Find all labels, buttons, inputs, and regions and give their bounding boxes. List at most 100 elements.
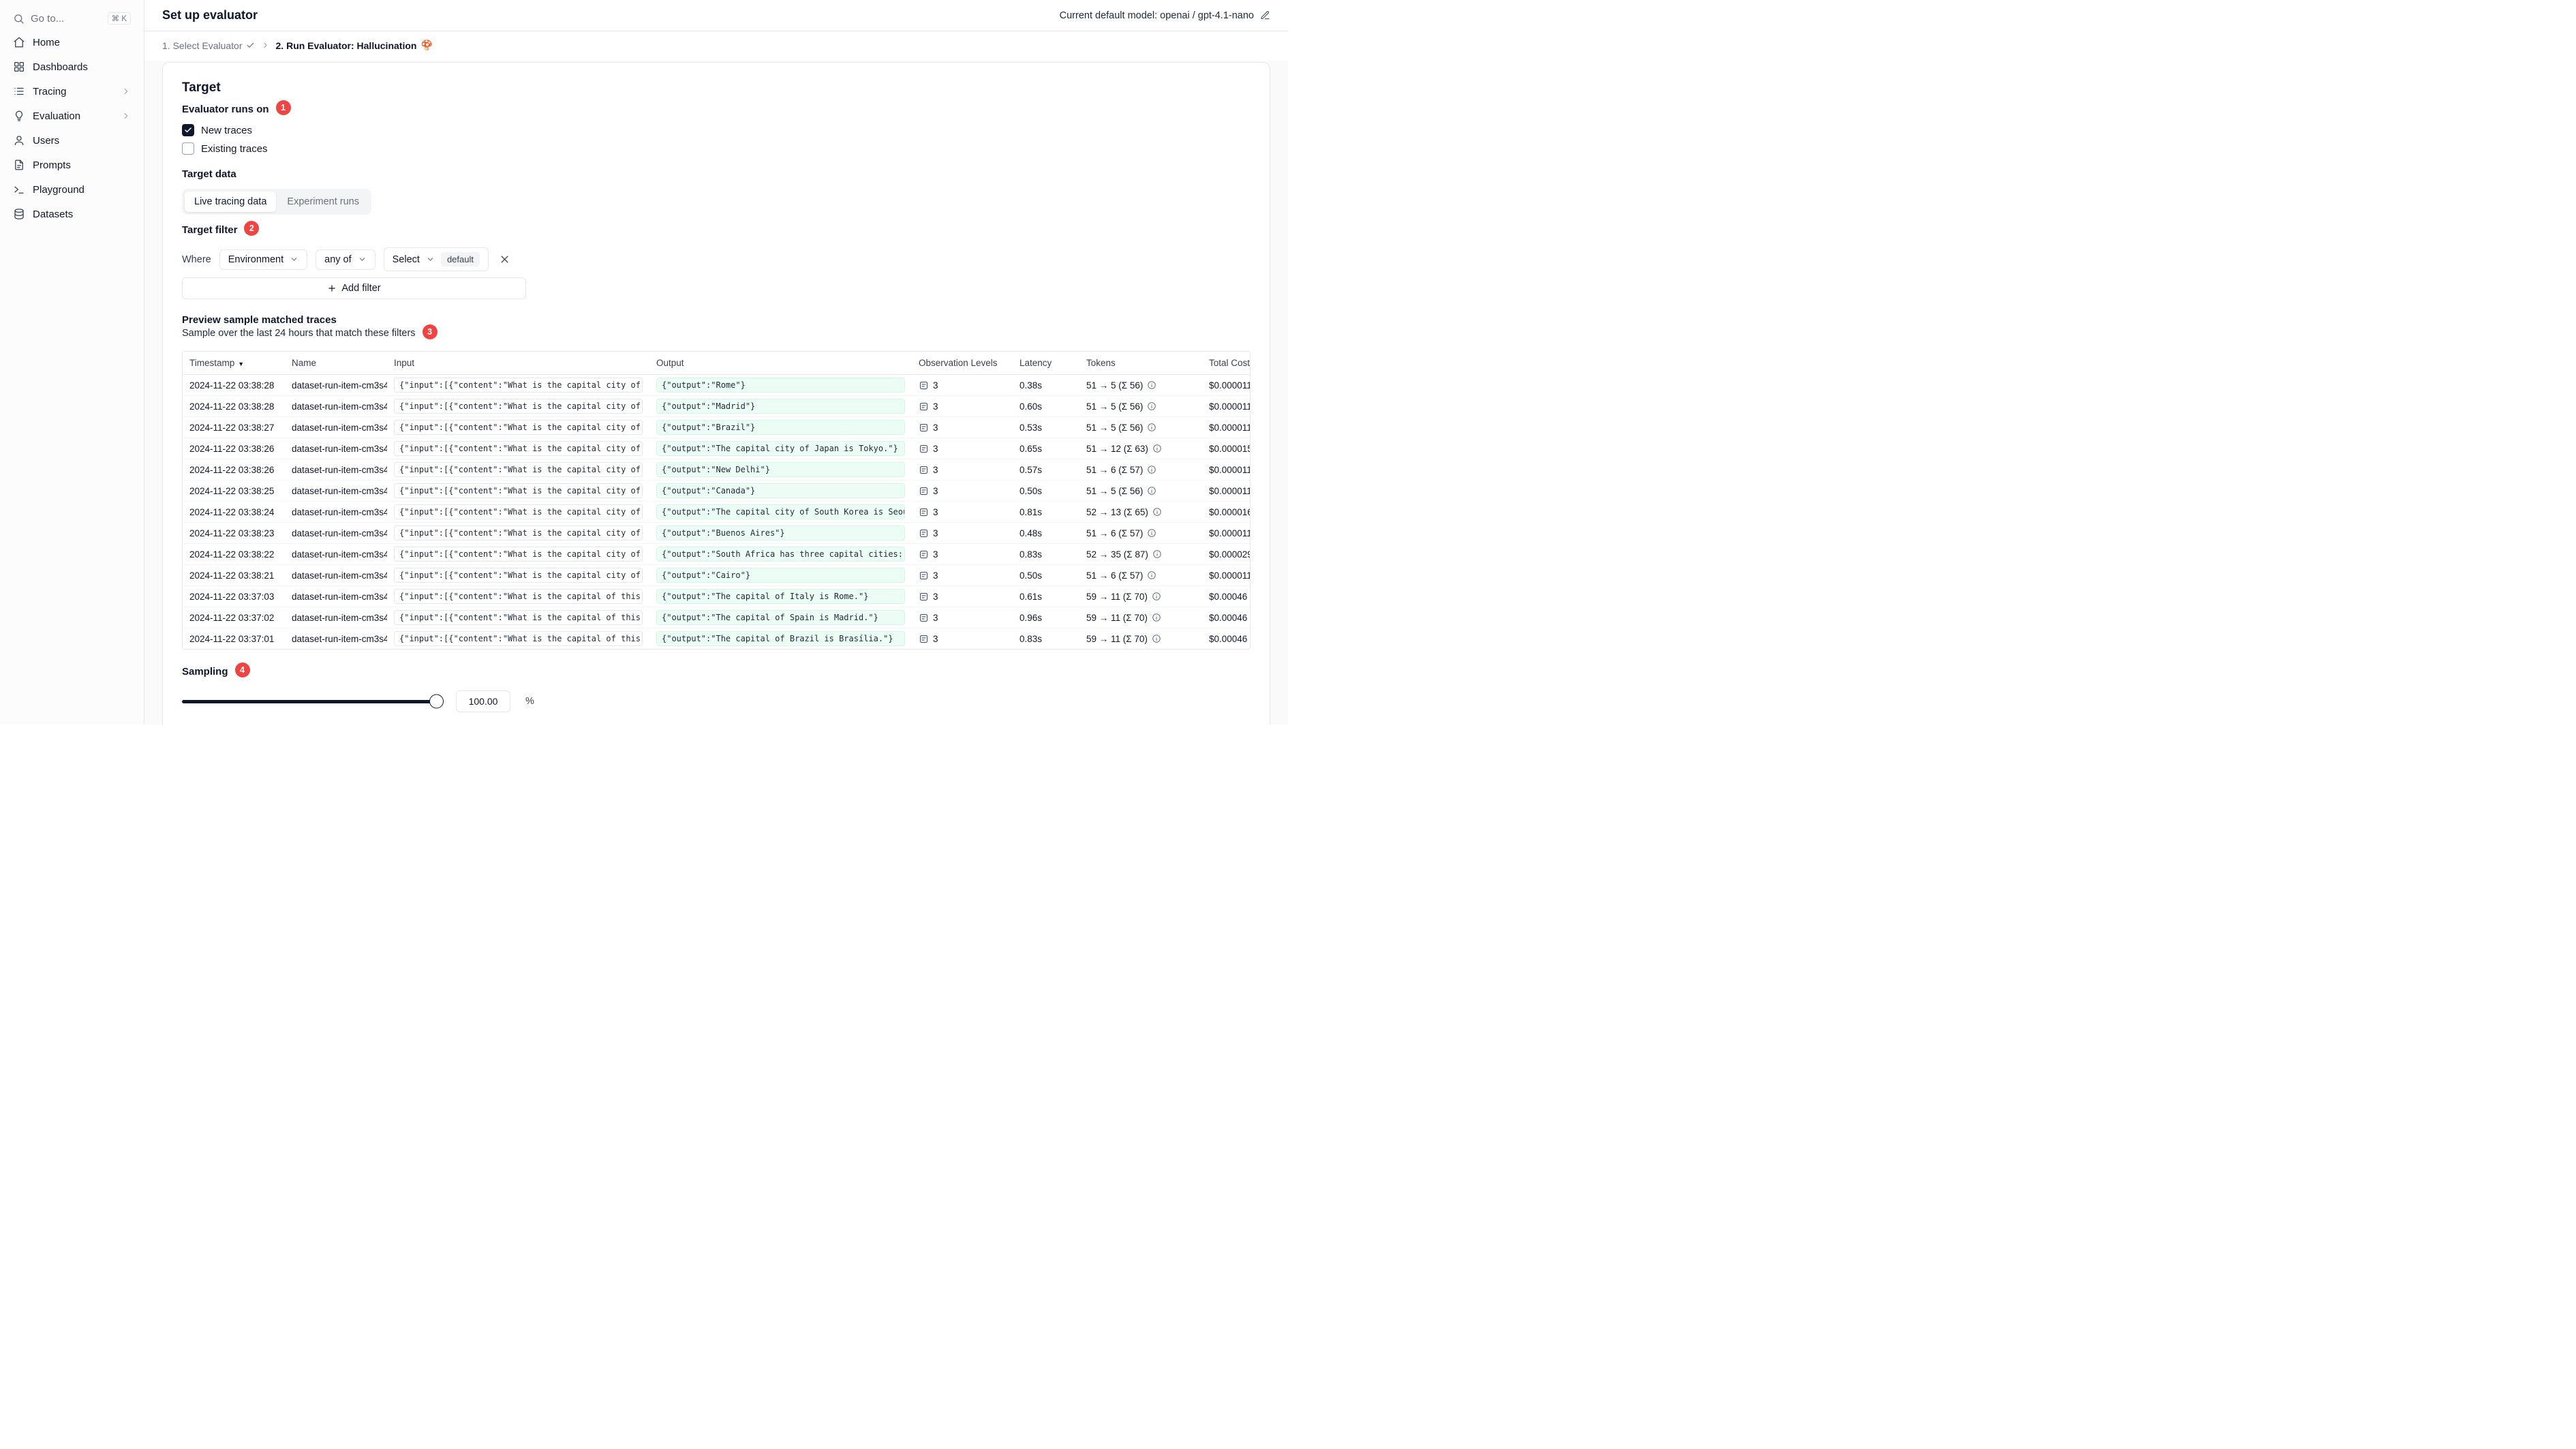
cell-name: dataset-run-item-cm3s4 xyxy=(285,459,387,481)
sidebar-item-tracing[interactable]: Tracing xyxy=(7,79,137,104)
cell-output: {"output":"Canada"} xyxy=(649,480,912,502)
table-row[interactable]: 2024-11-22 03:38:26 dataset-run-item-cm3… xyxy=(183,438,1250,459)
filter-value-dropdown[interactable]: Select default xyxy=(383,247,489,271)
sidebar-item-prompts[interactable]: Prompts xyxy=(7,153,137,177)
checkbox-new-traces[interactable]: New traces xyxy=(182,124,1251,136)
breadcrumb-step-1[interactable]: 1. Select Evaluator xyxy=(162,40,255,51)
tokens-text: 51 → 12 (Σ 63) xyxy=(1086,443,1148,454)
checkbox[interactable] xyxy=(182,142,194,155)
table-row[interactable]: 2024-11-22 03:38:21 dataset-run-item-cm3… xyxy=(183,564,1250,586)
sidebar-item-evaluation[interactable]: Evaluation xyxy=(7,104,137,128)
observations-count: 3 xyxy=(933,506,938,517)
column-header-tokens[interactable]: Tokens xyxy=(1079,352,1202,375)
column-header-name[interactable]: Name xyxy=(285,352,387,375)
column-header-total-cost[interactable]: Total Cost xyxy=(1202,352,1250,375)
breadcrumb-step-1-label: 1. Select Evaluator xyxy=(162,40,243,51)
column-header-observation-levels[interactable]: Observation Levels xyxy=(912,352,1013,375)
target-filter-label: Target filter 2 xyxy=(182,221,1251,239)
sidebar-item-users[interactable]: Users xyxy=(7,128,137,153)
sidebar-item-home[interactable]: Home xyxy=(7,30,137,55)
info-icon xyxy=(1147,528,1156,538)
cell-total-cost: $0.000015 xyxy=(1202,438,1250,459)
cell-name: dataset-run-item-cm3s4 xyxy=(285,543,387,565)
table-row[interactable]: 2024-11-22 03:38:28 dataset-run-item-cm3… xyxy=(183,374,1250,396)
column-header-latency[interactable]: Latency xyxy=(1013,352,1079,375)
observations-count: 3 xyxy=(933,380,938,391)
cost-text: $0.00046 xyxy=(1209,591,1248,602)
cell-timestamp: 2024-11-22 03:38:26 xyxy=(183,459,285,481)
tab-live-tracing-data[interactable]: Live tracing data xyxy=(185,192,277,212)
cell-observation-levels: 3 xyxy=(912,585,1013,607)
column-header-input[interactable]: Input xyxy=(387,352,649,375)
sampling-slider[interactable] xyxy=(182,694,444,709)
goto-search[interactable]: Go to... ⌘ K xyxy=(7,7,137,30)
cell-timestamp: 2024-11-22 03:37:01 xyxy=(183,628,285,649)
table-row[interactable]: 2024-11-22 03:38:27 dataset-run-item-cm3… xyxy=(183,416,1250,438)
table-row[interactable]: 2024-11-22 03:38:22 dataset-run-item-cm3… xyxy=(183,543,1251,565)
table-header-row: Timestamp ▼ Name Input Output Observation Lev… xyxy=(183,352,1250,375)
home-icon xyxy=(13,36,25,48)
table-row[interactable]: 2024-11-22 03:38:26 dataset-run-item-cm3… xyxy=(183,459,1250,481)
cell-total-cost: $0.000011 xyxy=(1202,459,1250,481)
cell-output: {"output":"The capital city of South Kor… xyxy=(649,501,912,523)
table-row[interactable]: 2024-11-22 03:38:23 dataset-run-item-cm3… xyxy=(183,522,1250,544)
observations-count: 3 xyxy=(933,633,938,644)
chevron-right-icon xyxy=(121,111,131,121)
checkbox[interactable] xyxy=(182,124,194,136)
sidebar-item-dashboards[interactable]: Dashboards xyxy=(7,55,137,79)
sampling-unit: % xyxy=(525,696,534,707)
column-header-timestamp[interactable]: Timestamp ▼ xyxy=(183,352,285,375)
slider-handle[interactable] xyxy=(429,694,444,709)
info-icon xyxy=(1152,444,1162,453)
cell-tokens: 51 → 12 (Σ 63) xyxy=(1079,438,1202,459)
step-badge-3: 3 xyxy=(422,324,438,339)
checkbox-existing-traces[interactable]: Existing traces xyxy=(182,142,1251,155)
observations-count: 3 xyxy=(933,443,938,454)
cell-total-cost: $0.000016 xyxy=(1202,501,1250,523)
cost-text: $0.000011 xyxy=(1209,485,1251,496)
tokens-text: 51 → 5 (Σ 56) xyxy=(1086,380,1144,391)
observations-icon xyxy=(919,465,929,475)
filter-column-dropdown[interactable]: Environment xyxy=(219,249,308,270)
observations-count: 3 xyxy=(933,591,938,602)
chevron-down-icon xyxy=(290,255,298,264)
cost-text: $0.000029 xyxy=(1209,549,1251,560)
output-preview: {"output":"Rome"} xyxy=(656,378,905,393)
table-row[interactable]: 2024-11-22 03:37:01 dataset-run-item-cm3… xyxy=(183,628,1250,649)
table-row[interactable]: 2024-11-22 03:38:24 dataset-run-item-cm3… xyxy=(183,501,1250,523)
output-preview: {"output":"New Delhi"} xyxy=(656,462,905,477)
observations-count: 3 xyxy=(933,528,938,538)
input-preview: {"input":[{"content":"What is the capita… xyxy=(394,462,643,477)
cell-total-cost: $0.000011 xyxy=(1202,416,1250,438)
cell-total-cost: $0.000011 xyxy=(1202,395,1250,417)
cell-output: {"output":"The capital of Brazil is Bras… xyxy=(649,628,912,649)
cell-input: {"input":[{"content":"What is the capita… xyxy=(387,585,649,607)
sampling-value-input[interactable] xyxy=(456,690,510,712)
table-row[interactable]: 2024-11-22 03:38:28 dataset-run-item-cm3… xyxy=(183,395,1250,417)
target-data-tabs: Live tracing data Experiment runs xyxy=(182,189,371,215)
cell-output: {"output":"New Delhi"} xyxy=(649,459,912,481)
tab-experiment-runs[interactable]: Experiment runs xyxy=(277,192,369,212)
table-row[interactable]: 2024-11-22 03:37:02 dataset-run-item-cm3… xyxy=(183,607,1250,628)
cell-output: {"output":"Brazil"} xyxy=(649,416,912,438)
table-row[interactable]: 2024-11-22 03:38:25 dataset-run-item-cm3… xyxy=(183,480,1251,502)
table-row[interactable]: 2024-11-22 03:37:03 dataset-run-item-cm3… xyxy=(183,585,1250,607)
sidebar-item-playground[interactable]: Playground xyxy=(7,177,137,202)
cell-tokens: 59 → 11 (Σ 70) xyxy=(1079,628,1202,649)
sidebar-item-datasets[interactable]: Datasets xyxy=(7,202,137,226)
cell-latency: 0.38s xyxy=(1013,374,1079,396)
datasets-icon xyxy=(13,208,25,220)
input-preview: {"input":[{"content":"What is the capita… xyxy=(394,547,643,562)
cell-input: {"input":[{"content":"What is the capita… xyxy=(387,374,649,396)
filter-operator-dropdown[interactable]: any of xyxy=(316,249,375,270)
goto-shortcut: ⌘ K xyxy=(107,12,131,25)
cell-latency: 0.83s xyxy=(1013,628,1079,649)
column-header-output[interactable]: Output xyxy=(649,352,912,375)
cell-latency: 0.60s xyxy=(1013,395,1079,417)
remove-filter-button[interactable] xyxy=(497,251,512,267)
cell-observation-levels: 3 xyxy=(912,501,1013,523)
cell-tokens: 52 → 35 (Σ 87) xyxy=(1079,543,1202,565)
preview-title: Preview sample matched traces xyxy=(182,314,337,326)
add-filter-button[interactable]: Add filter xyxy=(182,277,526,299)
edit-model-icon[interactable] xyxy=(1260,10,1270,20)
